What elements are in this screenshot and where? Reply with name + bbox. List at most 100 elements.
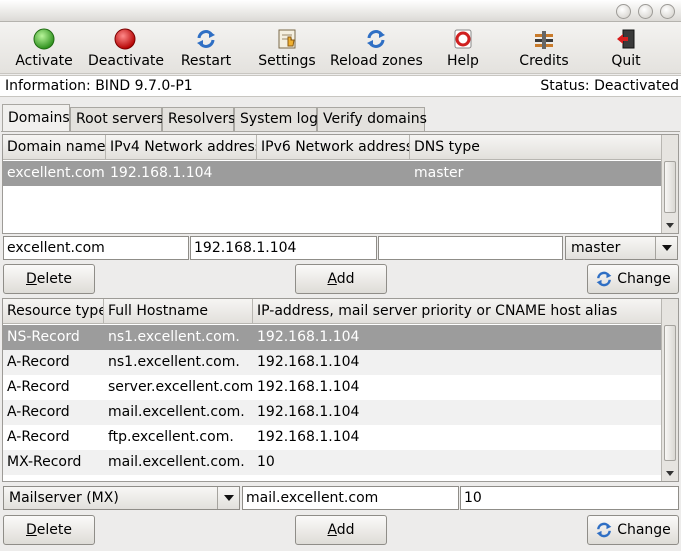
settings-label: Settings [258, 53, 316, 69]
quit-button[interactable]: Quit [604, 24, 648, 72]
quit-icon [617, 29, 635, 49]
cell-value: 192.168.1.104 [257, 354, 360, 370]
delete-mnemonic: D [26, 522, 37, 538]
cell-type: A-Record [7, 429, 70, 445]
record-type-value: Mailserver (MX) [9, 490, 119, 506]
tab-system-log[interactable]: System log [234, 107, 318, 131]
cell-hostname: mail.excellent.com. [108, 454, 245, 470]
record-type-select[interactable]: Mailserver (MX) [3, 486, 240, 510]
tab-resolvers[interactable]: Resolvers [162, 107, 235, 131]
delete-label: elete [36, 522, 72, 538]
domains-panel: Domain name IPv4 Network address IPv6 Ne… [1, 131, 680, 551]
cell-value: 192.168.1.104 [257, 379, 360, 395]
table-row[interactable]: A-Record ns1.excellent.com. 192.168.1.10… [3, 350, 661, 375]
deactivate-button[interactable]: Deactivate [88, 24, 165, 72]
credits-icon [535, 31, 553, 49]
add-domain-button[interactable]: Add [295, 264, 387, 294]
tab-root-servers[interactable]: Root servers [70, 107, 164, 131]
table-row[interactable]: A-Record ftp.excellent.com. 192.168.1.10… [3, 425, 661, 450]
reload-zones-label: Reload zones [330, 53, 423, 69]
credits-label: Credits [519, 53, 569, 69]
column-header[interactable]: DNS type [410, 135, 663, 160]
column-header[interactable]: Resource type [3, 299, 104, 324]
maximize-icon[interactable] [638, 4, 653, 19]
green-light-icon [33, 28, 55, 50]
change-label: Change [617, 271, 671, 287]
domains-table: Domain name IPv4 Network address IPv6 Ne… [2, 134, 679, 234]
ipv6-input[interactable] [378, 236, 563, 260]
delete-record-button[interactable]: Delete [3, 515, 95, 545]
column-header[interactable]: Domain name [3, 135, 106, 160]
table-row[interactable]: NS-Record ns1.excellent.com. 192.168.1.1… [3, 325, 661, 350]
record-value-input[interactable] [460, 486, 679, 510]
cell-type: A-Record [7, 404, 70, 420]
chevron-down-icon[interactable] [655, 237, 677, 259]
table-row[interactable]: MX-Record mail.excellent.com. 10 [3, 450, 661, 475]
cell-dns-type: master [414, 165, 464, 181]
delete-domain-button[interactable]: Delete [3, 264, 95, 294]
records-scrollbar[interactable] [661, 299, 678, 481]
cell-domain: excellent.com [7, 165, 105, 181]
deactivate-label: Deactivate [88, 53, 165, 69]
ipv4-input[interactable] [190, 236, 377, 260]
refresh-icon [197, 30, 215, 48]
info-bar: Information: BIND 9.7.0-P1 Status: Deact… [0, 75, 681, 97]
scrollbar-thumb[interactable] [664, 325, 676, 461]
scroll-down-icon[interactable] [666, 223, 674, 228]
scrollbar-thumb[interactable] [664, 161, 676, 213]
quit-label: Quit [611, 53, 641, 69]
chevron-down-icon[interactable] [217, 487, 239, 509]
cell-hostname: mail.excellent.com. [108, 404, 245, 420]
add-mnemonic: A [327, 271, 337, 287]
cell-value: 192.168.1.104 [257, 429, 360, 445]
column-header[interactable]: IP-address, mail server priority or CNAM… [253, 299, 663, 324]
domains-scrollbar[interactable] [661, 135, 678, 233]
cell-type: MX-Record [7, 454, 82, 470]
table-row[interactable]: excellent.com 192.168.1.104 master [3, 161, 661, 186]
add-label: dd [336, 522, 355, 538]
change-label: Change [617, 522, 671, 538]
column-header[interactable]: IPv6 Network address [257, 135, 410, 160]
help-button[interactable]: Help [442, 24, 484, 72]
hostname-input[interactable] [242, 486, 459, 510]
delete-mnemonic: D [26, 271, 37, 287]
credits-button[interactable]: Credits [516, 24, 572, 72]
restart-button[interactable]: Restart [178, 24, 234, 72]
reload-zones-button[interactable]: Reload zones [330, 24, 423, 72]
change-record-button[interactable]: Change [587, 515, 679, 545]
tab-domains[interactable]: Domains [2, 104, 70, 132]
table-row[interactable]: A-Record mail.excellent.com. 192.168.1.1… [3, 400, 661, 425]
settings-button[interactable]: Settings [256, 24, 318, 72]
toolbar: Activate Deactivate Restart Settings Rel… [0, 22, 681, 74]
minimize-icon[interactable] [616, 4, 631, 19]
domain-name-input[interactable] [3, 236, 189, 260]
change-domain-button[interactable]: Change [587, 264, 679, 294]
add-label: dd [336, 271, 355, 287]
cell-hostname: ns1.excellent.com. [108, 329, 240, 345]
cell-type: A-Record [7, 354, 70, 370]
refresh-icon [596, 271, 612, 287]
column-header[interactable]: Full Hostname [104, 299, 253, 324]
cell-hostname: ns1.excellent.com. [108, 354, 240, 370]
cell-hostname: ftp.excellent.com. [108, 429, 234, 445]
window-titlebar [0, 0, 681, 22]
column-header[interactable]: IPv4 Network address [106, 135, 257, 160]
cell-hostname: server.excellent.com. [108, 379, 253, 395]
help-icon [454, 29, 472, 49]
refresh-icon [596, 522, 612, 538]
close-icon[interactable] [660, 4, 675, 19]
tab-verify-domains[interactable]: Verify domains [317, 107, 427, 131]
add-mnemonic: A [327, 522, 337, 538]
cell-type: NS-Record [7, 329, 80, 345]
cell-value: 192.168.1.104 [257, 329, 360, 345]
table-row[interactable]: A-Record server.excellent.com. 192.168.1… [3, 375, 661, 400]
cell-type: A-Record [7, 379, 70, 395]
dns-type-select[interactable]: master [565, 236, 678, 260]
cell-value: 192.168.1.104 [257, 404, 360, 420]
help-label: Help [447, 53, 479, 69]
activate-button[interactable]: Activate [14, 24, 74, 72]
information-text: Information: BIND 9.7.0-P1 [5, 78, 193, 94]
restart-label: Restart [180, 53, 232, 69]
scroll-down-icon[interactable] [666, 471, 674, 476]
add-record-button[interactable]: Add [295, 515, 387, 545]
